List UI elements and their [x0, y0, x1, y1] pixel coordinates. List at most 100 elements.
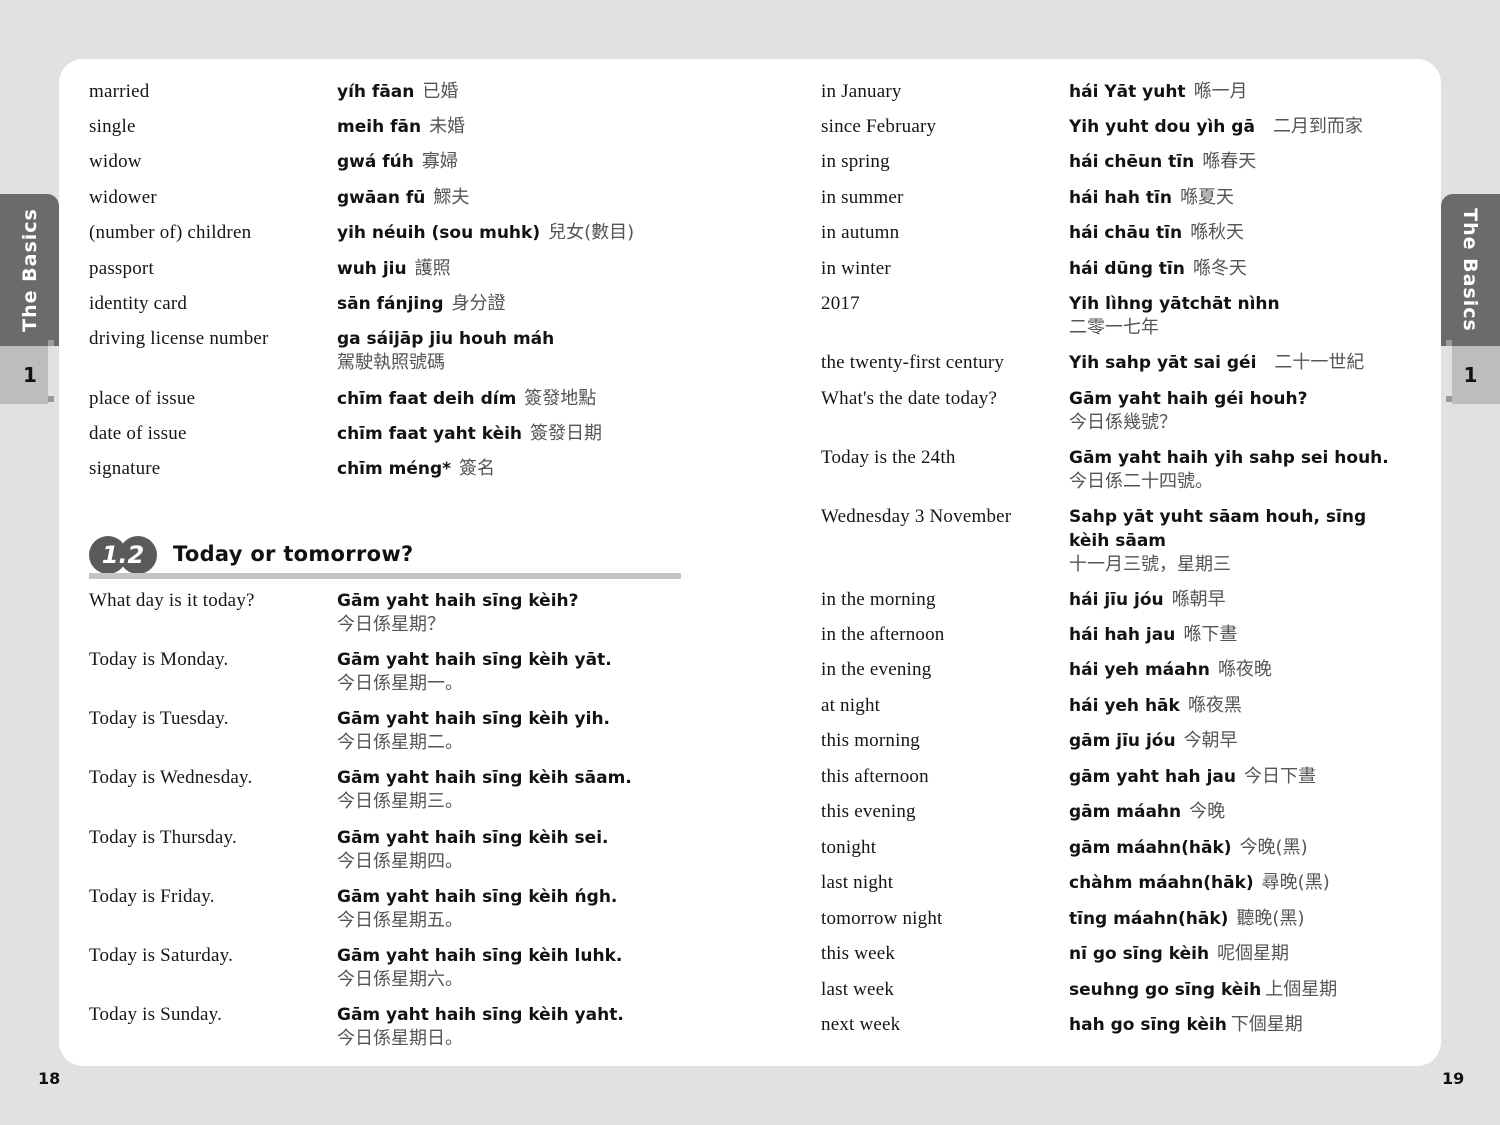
- english-term: next week: [821, 1014, 901, 1035]
- cantonese-term: gām máahn(hāk) 今晚(黑): [1069, 836, 1308, 860]
- cantonese-phrase: Gām yaht haih sīng kèih sāam. 今日係星期三。: [337, 766, 632, 814]
- chinese-characters: 喺下晝: [1183, 624, 1238, 645]
- romanization: chīm faat yaht kèih: [337, 424, 523, 444]
- chinese-characters: 今日下晝: [1243, 766, 1316, 787]
- romanization: hái chēun tīn: [1069, 152, 1195, 172]
- chinese-characters: 二月到而家: [1272, 116, 1363, 137]
- english-phrase: Today is Wednesday.: [89, 767, 253, 788]
- cantonese-term: hái chēun tīn 喺春天: [1069, 150, 1256, 174]
- romanization: meih fān: [337, 117, 422, 137]
- chinese-characters: 今日係星期五。: [337, 910, 463, 931]
- english-term: this afternoon: [821, 766, 929, 787]
- cantonese-term: ga sáijāp jiu houh máh 駕駛執照號碼: [337, 327, 554, 375]
- chinese-characters: 今日係星期四。: [337, 851, 463, 872]
- romanization: tīng máahn(hāk): [1069, 909, 1229, 929]
- english-term: married: [89, 81, 150, 102]
- chinese-characters: 鰥夫: [433, 187, 470, 208]
- romanization: hái dūng tīn: [1069, 259, 1185, 279]
- cantonese-term: hái hah jau 喺下晝: [1069, 623, 1237, 647]
- english-term: last night: [821, 872, 894, 893]
- romanization: Gām yaht haih géi houh?: [1069, 389, 1308, 409]
- romanization: Gām yaht haih sīng kèih sei.: [337, 828, 609, 848]
- cantonese-phrase: Gām yaht haih sīng kèih? 今日係星期？: [337, 589, 579, 637]
- romanization: Yih lìhng yātchāt nìhn: [1069, 294, 1280, 314]
- romanization: hái hah jau: [1069, 625, 1176, 645]
- chinese-characters: 已婚: [422, 81, 459, 102]
- chinese-characters: 聽晚(黑): [1236, 908, 1305, 929]
- english-term: last week: [821, 979, 895, 1000]
- romanization: Gām yaht haih sīng kèih luhk.: [337, 946, 623, 966]
- romanization: hah go sīng kèih: [1069, 1015, 1227, 1035]
- english-term: in autumn: [821, 222, 900, 243]
- english-term: in the evening: [821, 659, 932, 680]
- english-phrase: Wednesday 3 November: [821, 506, 1012, 527]
- chinese-characters: 身分證: [451, 293, 506, 314]
- romanization: gām yaht hah jau: [1069, 767, 1236, 787]
- chinese-characters: 護照: [414, 258, 451, 279]
- romanization: chīm faat deih dím: [337, 389, 517, 409]
- chinese-characters: 未婚: [429, 116, 466, 137]
- chinese-characters: 今日係幾號？: [1069, 412, 1177, 433]
- cantonese-phrase: Sahp yāt yuht sāam houh, sīng kèih sāam 十…: [1069, 505, 1409, 577]
- english-term: tonight: [821, 837, 877, 858]
- chinese-characters: 簽名: [459, 458, 496, 479]
- english-term: tomorrow night: [821, 908, 943, 929]
- cantonese-term: chīm méng* 簽名: [337, 457, 495, 481]
- english-phrase: Today is Monday.: [89, 649, 229, 670]
- english-term: signature: [89, 458, 161, 479]
- chinese-characters: 簽發日期: [530, 423, 603, 444]
- cantonese-term: yíh fāan 已婚: [337, 80, 458, 104]
- english-term: in January: [821, 81, 902, 102]
- romanization: hái chāu tīn: [1069, 223, 1183, 243]
- romanization: chīm méng*: [337, 459, 452, 479]
- romanization: gām jīu jóu: [1069, 731, 1176, 751]
- chinese-characters: 呢個星期: [1217, 943, 1290, 964]
- chinese-characters: 今日係星期六。: [337, 969, 463, 990]
- chinese-characters: 今朝早: [1183, 730, 1238, 751]
- english-term: (number of) children: [89, 222, 252, 243]
- cantonese-term: chīm faat deih dím 簽發地點: [337, 387, 596, 411]
- chapter-tab-label: The Basics: [1459, 208, 1481, 332]
- romanization: nī go sīng kèih: [1069, 944, 1210, 964]
- romanization: Sahp yāt yuht sāam houh, sīng kèih sāam: [1069, 507, 1367, 551]
- english-term: widower: [89, 187, 157, 208]
- cantonese-phrase: Gām yaht haih sīng kèih ńgh. 今日係星期五。: [337, 885, 617, 933]
- chinese-characters: 今日係星期三。: [337, 791, 463, 812]
- chapter-tab-number: 1: [1463, 363, 1478, 387]
- chinese-characters: 駕駛執照號碼: [337, 352, 445, 373]
- chinese-characters: 喺夜黑: [1187, 695, 1242, 716]
- english-term: passport: [89, 258, 154, 279]
- english-phrase: What's the date today?: [821, 388, 998, 409]
- romanization: chàhm máahn(hāk): [1069, 873, 1254, 893]
- cantonese-term: meih fān 未婚: [337, 115, 465, 139]
- section-number: 1.2: [101, 541, 145, 569]
- romanization: ga sáijāp jiu houh máh: [337, 329, 555, 349]
- cantonese-term: hái yeh hāk 喺夜黑: [1069, 694, 1242, 718]
- cantonese-term: hái jīu jóu 喺朝早: [1069, 588, 1226, 612]
- cantonese-term: hái hah tīn 喺夏天: [1069, 186, 1234, 210]
- english-term: the twenty-first century: [821, 352, 1005, 373]
- english-term: widow: [89, 151, 142, 172]
- chinese-characters: 上個星期: [1265, 979, 1338, 1000]
- cantonese-term: gām yaht hah jau 今日下晝: [1069, 765, 1316, 789]
- chinese-characters: 寡婦: [421, 151, 458, 172]
- romanization: hái hah tīn: [1069, 188, 1172, 208]
- romanization: Gām yaht haih sīng kèih yih.: [337, 709, 611, 729]
- page-number-right: 19: [1442, 1069, 1465, 1088]
- section-number-badge: 1.2: [89, 536, 157, 574]
- romanization: Yih yuht dou yìh gā: [1069, 117, 1255, 137]
- chinese-characters: 下個星期: [1230, 1014, 1303, 1035]
- cantonese-term: sān fánjing 身分證: [337, 292, 506, 316]
- chinese-characters: 二零一七年: [1069, 317, 1159, 338]
- english-term: driving license number: [89, 328, 269, 349]
- english-phrase: Today is Friday.: [89, 886, 215, 907]
- english-term: this evening: [821, 801, 916, 822]
- romanization: hái Yāt yuht: [1069, 82, 1186, 102]
- cantonese-phrase: Gām yaht haih yih sahp sei houh. 今日係二十四號。: [1069, 446, 1389, 494]
- cantonese-term: gām jīu jóu 今朝早: [1069, 729, 1238, 753]
- chinese-characters: 喺夜晚: [1217, 659, 1272, 680]
- english-phrase: Today is Tuesday.: [89, 708, 229, 729]
- chinese-characters: 喺秋天: [1190, 222, 1245, 243]
- cantonese-phrase: Gām yaht haih sīng kèih yih. 今日係星期二。: [337, 707, 610, 755]
- english-term: this week: [821, 943, 896, 964]
